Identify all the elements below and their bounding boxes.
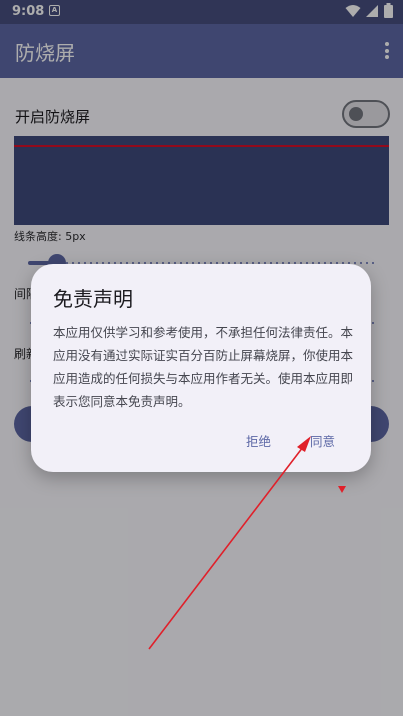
screen: 9:08 A 防烧屏 开启防烧屏 线条高度: 5px 间隔 刷新 免责声明 本应… <box>0 0 403 716</box>
dialog-body: 本应用仅供学习和参考使用，不承担任何法律责任。本应用没有通过实际证实百分百防止屏… <box>53 325 354 409</box>
reject-button[interactable]: 拒绝 <box>244 428 273 453</box>
disclaimer-dialog: 免责声明 本应用仅供学习和参考使用，不承担任何法律责任。本应用没有通过实际证实百… <box>31 264 371 472</box>
dialog-title: 免责声明 <box>53 287 133 311</box>
agree-button[interactable]: 同意 <box>308 428 337 453</box>
